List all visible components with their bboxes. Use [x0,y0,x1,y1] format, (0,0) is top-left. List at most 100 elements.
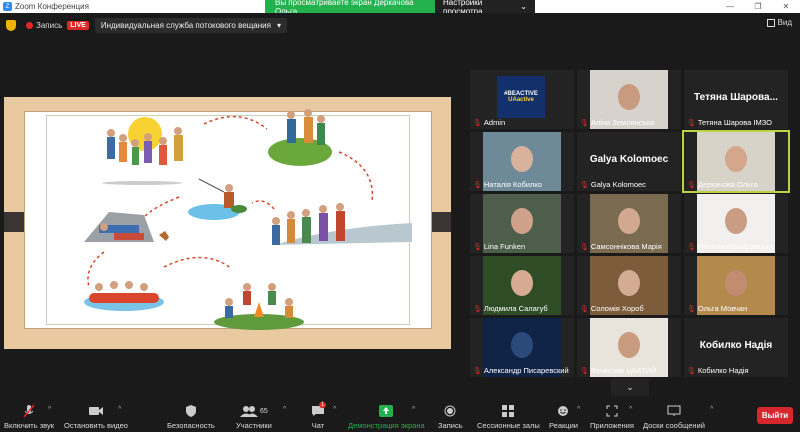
video-options-caret[interactable]: ^ [118,406,121,413]
stream-service-label: Индивидуальная служба потокового вещания [100,20,271,30]
share-options-caret[interactable]: ^ [412,406,415,413]
muted-microphone-icon: 🎙 [687,119,696,127]
participant-tile[interactable]: 🎙 Соломія Хороб [577,256,681,315]
muted-microphone-icon: 🎙 [687,243,696,251]
participant-face [618,84,640,110]
muted-microphone-icon: 🎙 [580,243,589,251]
view-options-button[interactable]: Настройки просмотра ⌄ [435,0,535,16]
window-controls: — ❐ ✕ [716,0,800,13]
shared-screen-content [4,97,451,349]
view-button[interactable]: Вид [766,18,792,27]
apps-options-caret[interactable]: ^ [629,406,632,413]
chat-label: Чат [311,421,325,430]
participant-name: Lina Funken [483,242,526,251]
muted-microphone-icon: 🎙 [473,119,482,127]
hikers-group-2 [268,109,332,166]
zoom-app-icon: Z [3,2,12,11]
apps-label: Приложения [590,421,634,430]
security-button[interactable]: Безопасность [167,404,215,430]
participant-name-label: 🎙 Александр Писаревский [473,366,569,375]
smiley-icon [557,404,569,418]
participant-name-label: 🎙 Аліна Землянська [580,118,654,127]
apps-icon [606,404,618,418]
audio-options-caret[interactable]: ^ [48,406,51,413]
reactions-options-caret[interactable]: ^ [577,406,580,413]
minimize-icon[interactable]: — [716,0,744,13]
participant-display-name: Galya Kolomoec [589,154,669,165]
participant-name: Admin [483,118,506,127]
participant-tile[interactable]: Galya Kolomoec 🎙 Galya Kolomoec [577,132,681,191]
chevron-down-icon: ⌄ [626,382,634,392]
window-title: Zoom Конференция [15,2,89,11]
beactive-logo: #BEACTIVE UAactive [497,76,545,118]
breakout-rooms-button[interactable]: Сессионные залы [477,404,540,430]
participant-name: Соломія Хороб [590,304,644,313]
reactions-label: Реакции [549,421,578,430]
share-screen-label: Демонстрация экрана [348,421,425,430]
whiteboards-button[interactable]: Доски сообщений [643,404,705,430]
participant-name: Людмила Салагуб [483,304,548,313]
meeting-toolbar: Включить звук ^ Остановить видео ^ Безоп… [0,400,800,432]
participant-tile[interactable]: 🎙 Lina Funken [470,194,574,253]
breakout-rooms-label: Сессионные залы [477,421,540,430]
apps-button[interactable]: Приложения [590,404,634,430]
record-button[interactable]: Запись [438,404,463,430]
participant-tile[interactable]: 🎙 Ольга Мовчан [684,256,788,315]
unmute-button[interactable]: Включить звук [4,404,54,430]
participant-tile[interactable]: 🎙 Александр Писаревский [470,318,574,377]
participant-tile[interactable]: 🎙 Самсоннікова Марія [577,194,681,253]
participant-name: Самсоннікова Марія [590,242,662,251]
muted-microphone-icon [23,404,35,418]
muted-microphone-icon: 🎙 [473,367,482,375]
gallery-scroll-down-button[interactable]: ⌄ [611,378,649,396]
close-icon[interactable]: ✕ [772,0,800,13]
stream-service-select[interactable]: Индивидуальная служба потокового вещания… [94,17,287,33]
participant-tile[interactable]: Тетяна Шарова... 🎙 Тетяна Шарова ІМЗО [684,70,788,129]
participant-tile[interactable]: 🎙 Наталія Помаранська [684,194,788,253]
participant-name-label: 🎙 Наталія Кобилко [473,180,542,189]
muted-microphone-icon: 🎙 [473,181,482,189]
reactions-button[interactable]: Реакции [549,404,578,430]
chat-options-caret[interactable]: ^ [333,406,336,413]
share-status-text: Вы просматриваете экран Деркачова Ольга [265,0,435,16]
participant-face [511,208,533,234]
participant-tile[interactable]: 🎙 Аліна Землянська [577,70,681,129]
participant-face [618,208,640,234]
participant-display-name: Кобилко Надія [699,340,773,351]
participant-name: Galya Kolomoec [590,180,646,189]
participant-name: Кобилко Надія [697,366,749,375]
chat-button[interactable]: 1 Чат [311,402,327,430]
participant-name-label: 🎙 Ольга Мовчан [687,304,747,313]
participant-tile[interactable]: 🎙 Вячеслав ЦВАТИЙ [577,318,681,377]
chat-bubble-icon: 1 [311,402,327,418]
live-badge: LIVE [67,20,89,30]
shield-icon[interactable] [6,19,16,31]
whiteboard-icon [667,404,681,418]
participant-name-label: 🎙 Соломія Хороб [580,304,644,313]
participant-tile[interactable]: #BEACTIVE UAactive 🎙 Admin [470,70,574,129]
participant-face [725,270,747,296]
participant-face [725,146,747,172]
muted-microphone-icon: 🎙 [473,305,482,313]
participant-face [618,270,640,296]
participant-tile[interactable]: 🎙 Деркачова Ольга [682,130,790,193]
participant-name: Аліна Землянська [590,118,655,127]
restore-icon[interactable]: ❐ [744,0,772,13]
participant-name-label: 🎙 Вячеслав ЦВАТИЙ [580,366,656,375]
muted-microphone-icon: 🎙 [580,119,589,127]
record-label: Запись [438,421,463,430]
participants-button[interactable]: 65 Участники [236,404,272,430]
stop-video-label: Остановить видео [64,421,128,430]
people-icon [240,406,259,417]
shield-icon [185,404,197,418]
participants-options-caret[interactable]: ^ [283,406,286,413]
participants-label: Участники [236,421,272,430]
participant-tile[interactable]: 🎙 Наталія Кобилко [470,132,574,191]
participant-tile[interactable]: Кобилко Надія 🎙 Кобилко Надія [684,318,788,377]
whiteboard-options-caret[interactable]: ^ [710,406,713,413]
participant-name-label: 🎙 Lina Funken [473,242,525,251]
participant-name-label: 🎙 Admin [473,118,505,127]
leave-meeting-button[interactable]: Выйти [757,407,793,424]
participant-tile[interactable]: 🎙 Людмила Салагуб [470,256,574,315]
participant-face [511,332,533,358]
